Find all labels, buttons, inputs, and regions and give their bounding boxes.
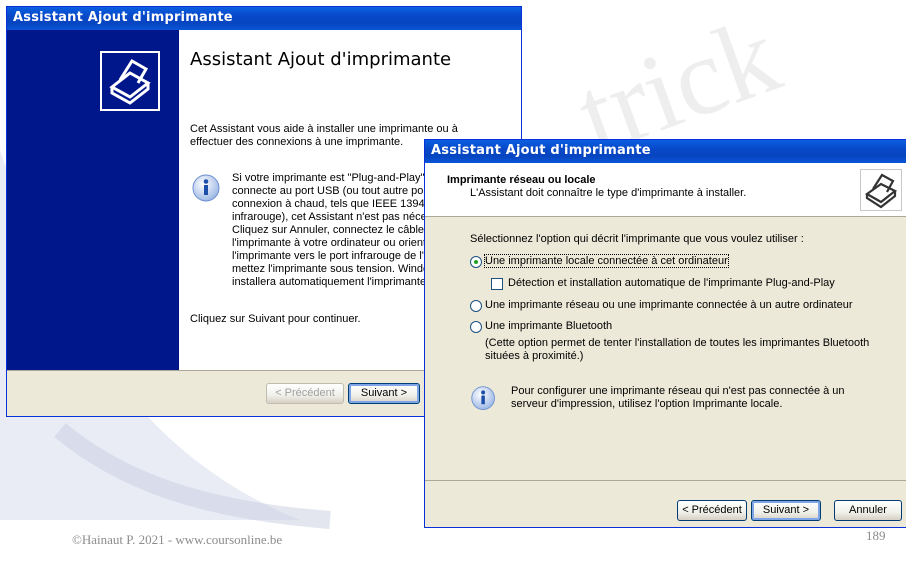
info-icon (191, 173, 223, 210)
radio-bluetooth-printer-label[interactable]: Une imprimante Bluetooth (485, 320, 612, 332)
info-line: connecte au port USB (ou tout autre por (232, 185, 428, 197)
info-line: infrarouge), cet Assistant n'est pas néc… (232, 211, 427, 223)
back-button[interactable]: < Précédent (266, 383, 344, 404)
radio-bluetooth-printer[interactable] (470, 321, 482, 333)
radio-network-printer-label[interactable]: Une imprimante réseau ou une imprimante … (485, 299, 853, 311)
info-line-1: Pour configurer une imprimante réseau qu… (511, 385, 845, 397)
page-number: 189 (866, 528, 886, 543)
header-title: Imprimante réseau ou locale (447, 174, 596, 186)
info-line: Cliquez sur Annuler, connectez le câble (232, 224, 425, 236)
header-subtitle: L'Assistant doit connaître le type d'imp… (470, 187, 747, 199)
bluetooth-note-line-1: (Cette option permet de tenter l'install… (485, 337, 870, 349)
info-line: mettez l'imprimante sous tension. Windo (232, 263, 430, 275)
next-button[interactable]: Suivant > (348, 383, 420, 404)
info-icon (470, 385, 498, 418)
info-line-2: serveur d'impression, utilisez l'option … (511, 398, 783, 410)
wizard-printer-type-window: Assistant Ajout d'imprimante Imprimante … (424, 139, 906, 528)
bluetooth-note-line-2: situées à proximité.) (485, 350, 584, 362)
info-line: l'imprimante à votre ordinateur ou orien… (232, 237, 432, 249)
radio-network-printer[interactable] (470, 300, 482, 312)
printer-wizard-icon (100, 51, 160, 111)
button-separator (425, 480, 906, 481)
next-button[interactable]: Suivant > (751, 500, 821, 521)
info-line: installera automatiquement l'imprimante. (232, 276, 430, 288)
wizard-heading: Assistant Ajout d'imprimante (190, 49, 452, 70)
prompt-text: Sélectionnez l'option qui décrit l'impri… (470, 233, 804, 245)
info-line: connexion à chaud, tels que IEEE 1394 (232, 198, 425, 210)
info-line: Si votre imprimante est "Plug-and-Play" … (232, 172, 432, 184)
wizard-header: Imprimante réseau ou locale L'Assistant … (425, 163, 906, 217)
window-title: Assistant Ajout d'imprimante (7, 7, 521, 30)
continue-text: Cliquez sur Suivant pour continuer. (190, 313, 361, 325)
checkbox-autodetect-label[interactable]: Détection et installation automatique de… (508, 277, 835, 289)
intro-line-2: effectuer des connexions à une imprimant… (190, 136, 404, 148)
info-line: l'imprimante vers le port infrarouge de … (232, 250, 431, 262)
radio-local-printer[interactable] (470, 256, 482, 268)
wizard-content: Sélectionnez l'option qui décrit l'impri… (425, 217, 906, 485)
window-title: Assistant Ajout d'imprimante (425, 140, 906, 163)
cancel-button[interactable]: Annuler (834, 500, 902, 521)
wizard-sidebar (7, 30, 179, 370)
footer-copyright: ©Hainaut P. 2021 - www.coursonline.be (72, 532, 283, 547)
plug-and-play-info: Si votre imprimante est "Plug-and-Play" … (232, 172, 432, 289)
printer-icon (860, 169, 902, 211)
radio-local-printer-label[interactable]: Une imprimante locale connectée à cet or… (484, 254, 729, 268)
back-button[interactable]: < Précédent (677, 500, 747, 521)
intro-line-1: Cet Assistant vous aide à installer une … (190, 123, 458, 135)
checkbox-autodetect[interactable] (491, 278, 503, 290)
